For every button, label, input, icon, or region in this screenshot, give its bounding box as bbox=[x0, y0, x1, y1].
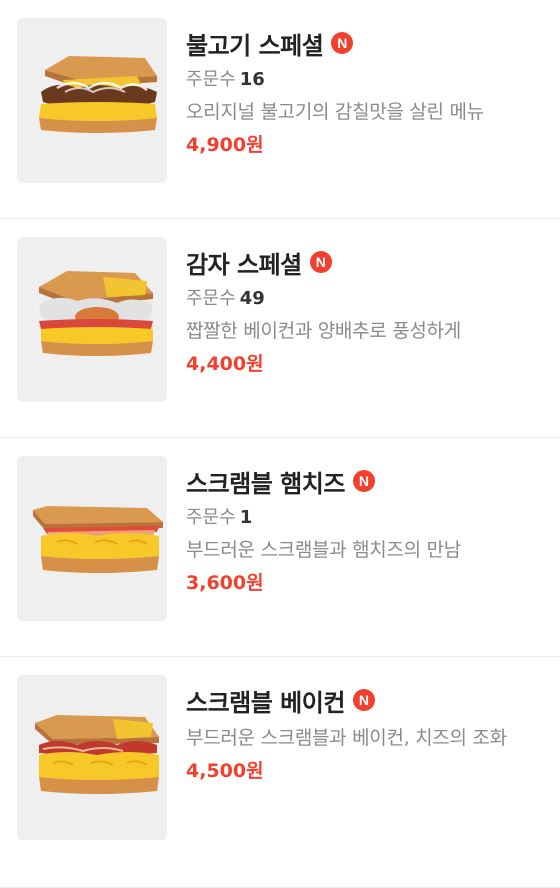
menu-item-description: 짭짤한 베이컨과 양배추로 풍성하게 bbox=[186, 320, 461, 342]
title-row: 감자 스페셜 N bbox=[186, 243, 552, 281]
order-count-label: 주문수 bbox=[186, 507, 236, 528]
title-row: 스크램블 베이컨 N bbox=[186, 681, 552, 719]
menu-item-description: 부드러운 스크램블과 베이컨, 치즈의 조화 bbox=[186, 727, 507, 749]
menu-item-name: 불고기 스페셜 bbox=[186, 31, 324, 60]
order-count-value: 16 bbox=[239, 69, 265, 90]
new-badge-icon: N bbox=[331, 32, 354, 54]
sandwich-illustration bbox=[39, 56, 157, 133]
menu-item-price: 3,600원 bbox=[186, 572, 264, 594]
order-count-label: 주문수 bbox=[186, 69, 236, 90]
order-count-value: 49 bbox=[239, 288, 265, 309]
menu-item-bulgogi-special[interactable]: 불고기 스페셜 N 주문수 16 오리지널 불고기의 감칠맛을 살린 메뉴 4,9… bbox=[0, 0, 560, 219]
new-badge-icon: N bbox=[352, 470, 375, 492]
new-badge-icon: N bbox=[352, 689, 375, 711]
title-row: 스크램블 햄치즈 N bbox=[186, 462, 552, 500]
order-count-value: 1 bbox=[239, 507, 253, 528]
menu-item-info: 불고기 스페셜 N 주문수 16 오리지널 불고기의 감칠맛을 살린 메뉴 4,9… bbox=[186, 24, 552, 158]
menu-item-name: 스크램블 햄치즈 bbox=[186, 469, 345, 498]
menu-item-price: 4,500원 bbox=[186, 760, 264, 782]
sandwich-illustration bbox=[35, 715, 159, 794]
order-count: 주문수 49 bbox=[186, 286, 552, 312]
bulgogi-sandwich-image bbox=[17, 18, 167, 183]
menu-item-description: 오리지널 불고기의 감칠맛을 살린 메뉴 bbox=[186, 101, 484, 123]
menu-item-info: 스크램블 햄치즈 N 주문수 1 부드러운 스크램블과 햄치즈의 만남 3,600… bbox=[186, 462, 552, 596]
menu-item-price: 4,900원 bbox=[186, 134, 264, 156]
bacon-sandwich-image bbox=[17, 675, 167, 840]
title-row: 불고기 스페셜 N bbox=[186, 24, 552, 62]
menu-item-name: 스크램블 베이컨 bbox=[186, 688, 345, 717]
menu-item-name: 감자 스페셜 bbox=[186, 250, 302, 279]
menu-item-scramble-ham-cheese[interactable]: 스크램블 햄치즈 N 주문수 1 부드러운 스크램블과 햄치즈의 만남 3,600… bbox=[0, 438, 560, 657]
order-count-label: 주문수 bbox=[186, 288, 236, 309]
menu-list: 불고기 스페셜 N 주문수 16 오리지널 불고기의 감칠맛을 살린 메뉴 4,9… bbox=[0, 0, 560, 888]
menu-item-price: 4,400원 bbox=[186, 353, 264, 375]
sandwich-illustration bbox=[33, 506, 163, 573]
menu-item-info: 스크램블 베이컨 N 부드러운 스크램블과 베이컨, 치즈의 조화 4,500원 bbox=[186, 681, 552, 784]
order-count: 주문수 1 bbox=[186, 505, 552, 531]
ham-cheese-sandwich-image bbox=[17, 456, 167, 621]
menu-item-scramble-bacon[interactable]: 스크램블 베이컨 N 부드러운 스크램블과 베이컨, 치즈의 조화 4,500원 bbox=[0, 657, 560, 888]
menu-item-info: 감자 스페셜 N 주문수 49 짭짤한 베이컨과 양배추로 풍성하게 4,400원 bbox=[186, 243, 552, 377]
menu-item-description: 부드러운 스크램블과 햄치즈의 만남 bbox=[186, 539, 461, 561]
menu-item-potato-special[interactable]: 감자 스페셜 N 주문수 49 짭짤한 베이컨과 양배추로 풍성하게 4,400원 bbox=[0, 219, 560, 438]
new-badge-icon: N bbox=[309, 251, 332, 273]
potato-sandwich-image bbox=[17, 237, 167, 402]
sandwich-illustration bbox=[39, 271, 153, 356]
order-count: 주문수 16 bbox=[186, 67, 552, 93]
